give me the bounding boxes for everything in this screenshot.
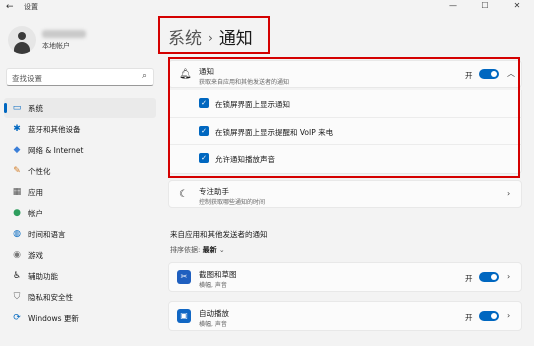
sidebar-item-gaming[interactable]: ◉ 游戏 (4, 245, 156, 265)
sidebar-item-label: 游戏 (28, 251, 43, 260)
focus-assist-setting[interactable]: ☾ 专注助手 控制获取哪些通知的时间 › (168, 180, 522, 208)
app-toggle[interactable] (479, 311, 499, 321)
search-icon: ⌕ (141, 71, 147, 81)
bluetooth-icon: ✱ (13, 124, 21, 134)
avatar-body (14, 42, 30, 54)
sidebar-item-label: 应用 (28, 188, 43, 197)
active-indicator (4, 103, 7, 113)
app-title: 设置 (24, 3, 38, 11)
person-icon: ● (13, 208, 21, 218)
search-input[interactable]: 查找设置 ⌕ (6, 68, 154, 86)
gamepad-icon: ◉ (13, 250, 21, 260)
focus-assist-title: 专注助手 (199, 187, 229, 196)
app-toggle-label: 开 (465, 274, 473, 283)
wifi-icon: ◆ (13, 145, 21, 155)
toggle-knob (491, 313, 497, 319)
sidebar-item-bluetooth[interactable]: ✱ 蓝牙和其他设备 (4, 119, 156, 139)
chevron-right-icon: › (208, 31, 213, 45)
sidebar-item-privacy[interactable]: ⛉ 隐私和安全性 (4, 287, 156, 307)
apps-section-heading: 来自应用和其他发送者的通知 (170, 230, 268, 239)
sort-dropdown[interactable]: 排序依据: 最新 ⌄ (170, 245, 225, 255)
scissors-icon: ✂ (177, 270, 191, 284)
app-description: 横幅, 声音 (199, 321, 227, 328)
sidebar-item-label: 辅助功能 (28, 272, 58, 281)
sidebar-item-time-language[interactable]: ◍ 时间和语言 (4, 224, 156, 244)
sort-value: 最新 (202, 246, 217, 254)
moon-icon: ☾ (179, 189, 188, 200)
account-type: 本地帐户 (42, 42, 70, 50)
app-toggle-label: 开 (465, 313, 473, 322)
focus-assist-description: 控制获取哪些通知的时间 (199, 199, 266, 206)
app-name: 截图和草图 (199, 270, 237, 279)
title-bar: ← 设置 — ☐ ✕ (0, 0, 534, 14)
minimize-button[interactable]: — (442, 0, 464, 12)
brush-icon: ✎ (13, 166, 21, 176)
sidebar-item-label: 时间和语言 (28, 230, 66, 239)
sort-label: 排序依据: (170, 246, 201, 254)
sidebar-item-accounts[interactable]: ● 帐户 (4, 203, 156, 223)
chevron-right-icon: › (507, 272, 511, 281)
accessibility-icon: ♿ (12, 271, 22, 281)
search-placeholder: 查找设置 (12, 74, 42, 83)
breadcrumb: 系统 › 通知 (168, 24, 253, 49)
system-icon: ▭ (12, 103, 22, 113)
autoplay-icon: ▣ (177, 309, 191, 323)
app-name: 自动播放 (199, 309, 229, 318)
page-title: 通知 (218, 29, 253, 49)
sidebar-item-apps[interactable]: ▦ 应用 (4, 182, 156, 202)
sidebar-item-system[interactable]: ▭ 系统 (4, 98, 156, 118)
sidebar-item-label: 隐私和安全性 (28, 293, 73, 302)
app-toggle[interactable] (479, 272, 499, 282)
app-row-snipping[interactable]: ✂ 截图和草图 横幅, 声音 开 › (168, 262, 522, 292)
notifications-highlight (168, 57, 520, 178)
apps-icon: ▦ (12, 187, 22, 197)
sidebar-item-label: 帐户 (28, 209, 43, 218)
back-arrow-icon[interactable]: ← (6, 2, 18, 12)
chevron-right-icon: › (507, 189, 511, 198)
chevron-down-icon: ⌄ (218, 246, 225, 254)
sidebar-item-label: 蓝牙和其他设备 (28, 125, 81, 134)
app-row-autoplay[interactable]: ▣ 自动播放 横幅, 声音 开 › (168, 301, 522, 331)
maximize-button[interactable]: ☐ (474, 0, 496, 12)
breadcrumb-parent[interactable]: 系统 (168, 29, 202, 49)
close-button[interactable]: ✕ (506, 0, 528, 12)
sidebar-item-label: 个性化 (28, 167, 51, 176)
app-description: 横幅, 声音 (199, 282, 227, 289)
account-name-blurred (42, 30, 86, 38)
shield-icon: ⛉ (13, 292, 21, 302)
globe-clock-icon: ◍ (13, 229, 21, 239)
sidebar-item-accessibility[interactable]: ♿ 辅助功能 (4, 266, 156, 286)
sidebar-item-label: 系统 (28, 104, 43, 113)
avatar-head (18, 32, 26, 40)
sidebar-item-label: Windows 更新 (28, 314, 79, 323)
update-icon: ⟳ (13, 313, 21, 323)
toggle-knob (491, 274, 497, 280)
sidebar-item-personalization[interactable]: ✎ 个性化 (4, 161, 156, 181)
sidebar-item-windows-update[interactable]: ⟳ Windows 更新 (4, 308, 156, 328)
sidebar-item-network[interactable]: ◆ 网络 & Internet (4, 140, 156, 160)
chevron-right-icon: › (507, 311, 511, 320)
sidebar-item-label: 网络 & Internet (28, 146, 84, 155)
avatar[interactable] (8, 26, 36, 54)
